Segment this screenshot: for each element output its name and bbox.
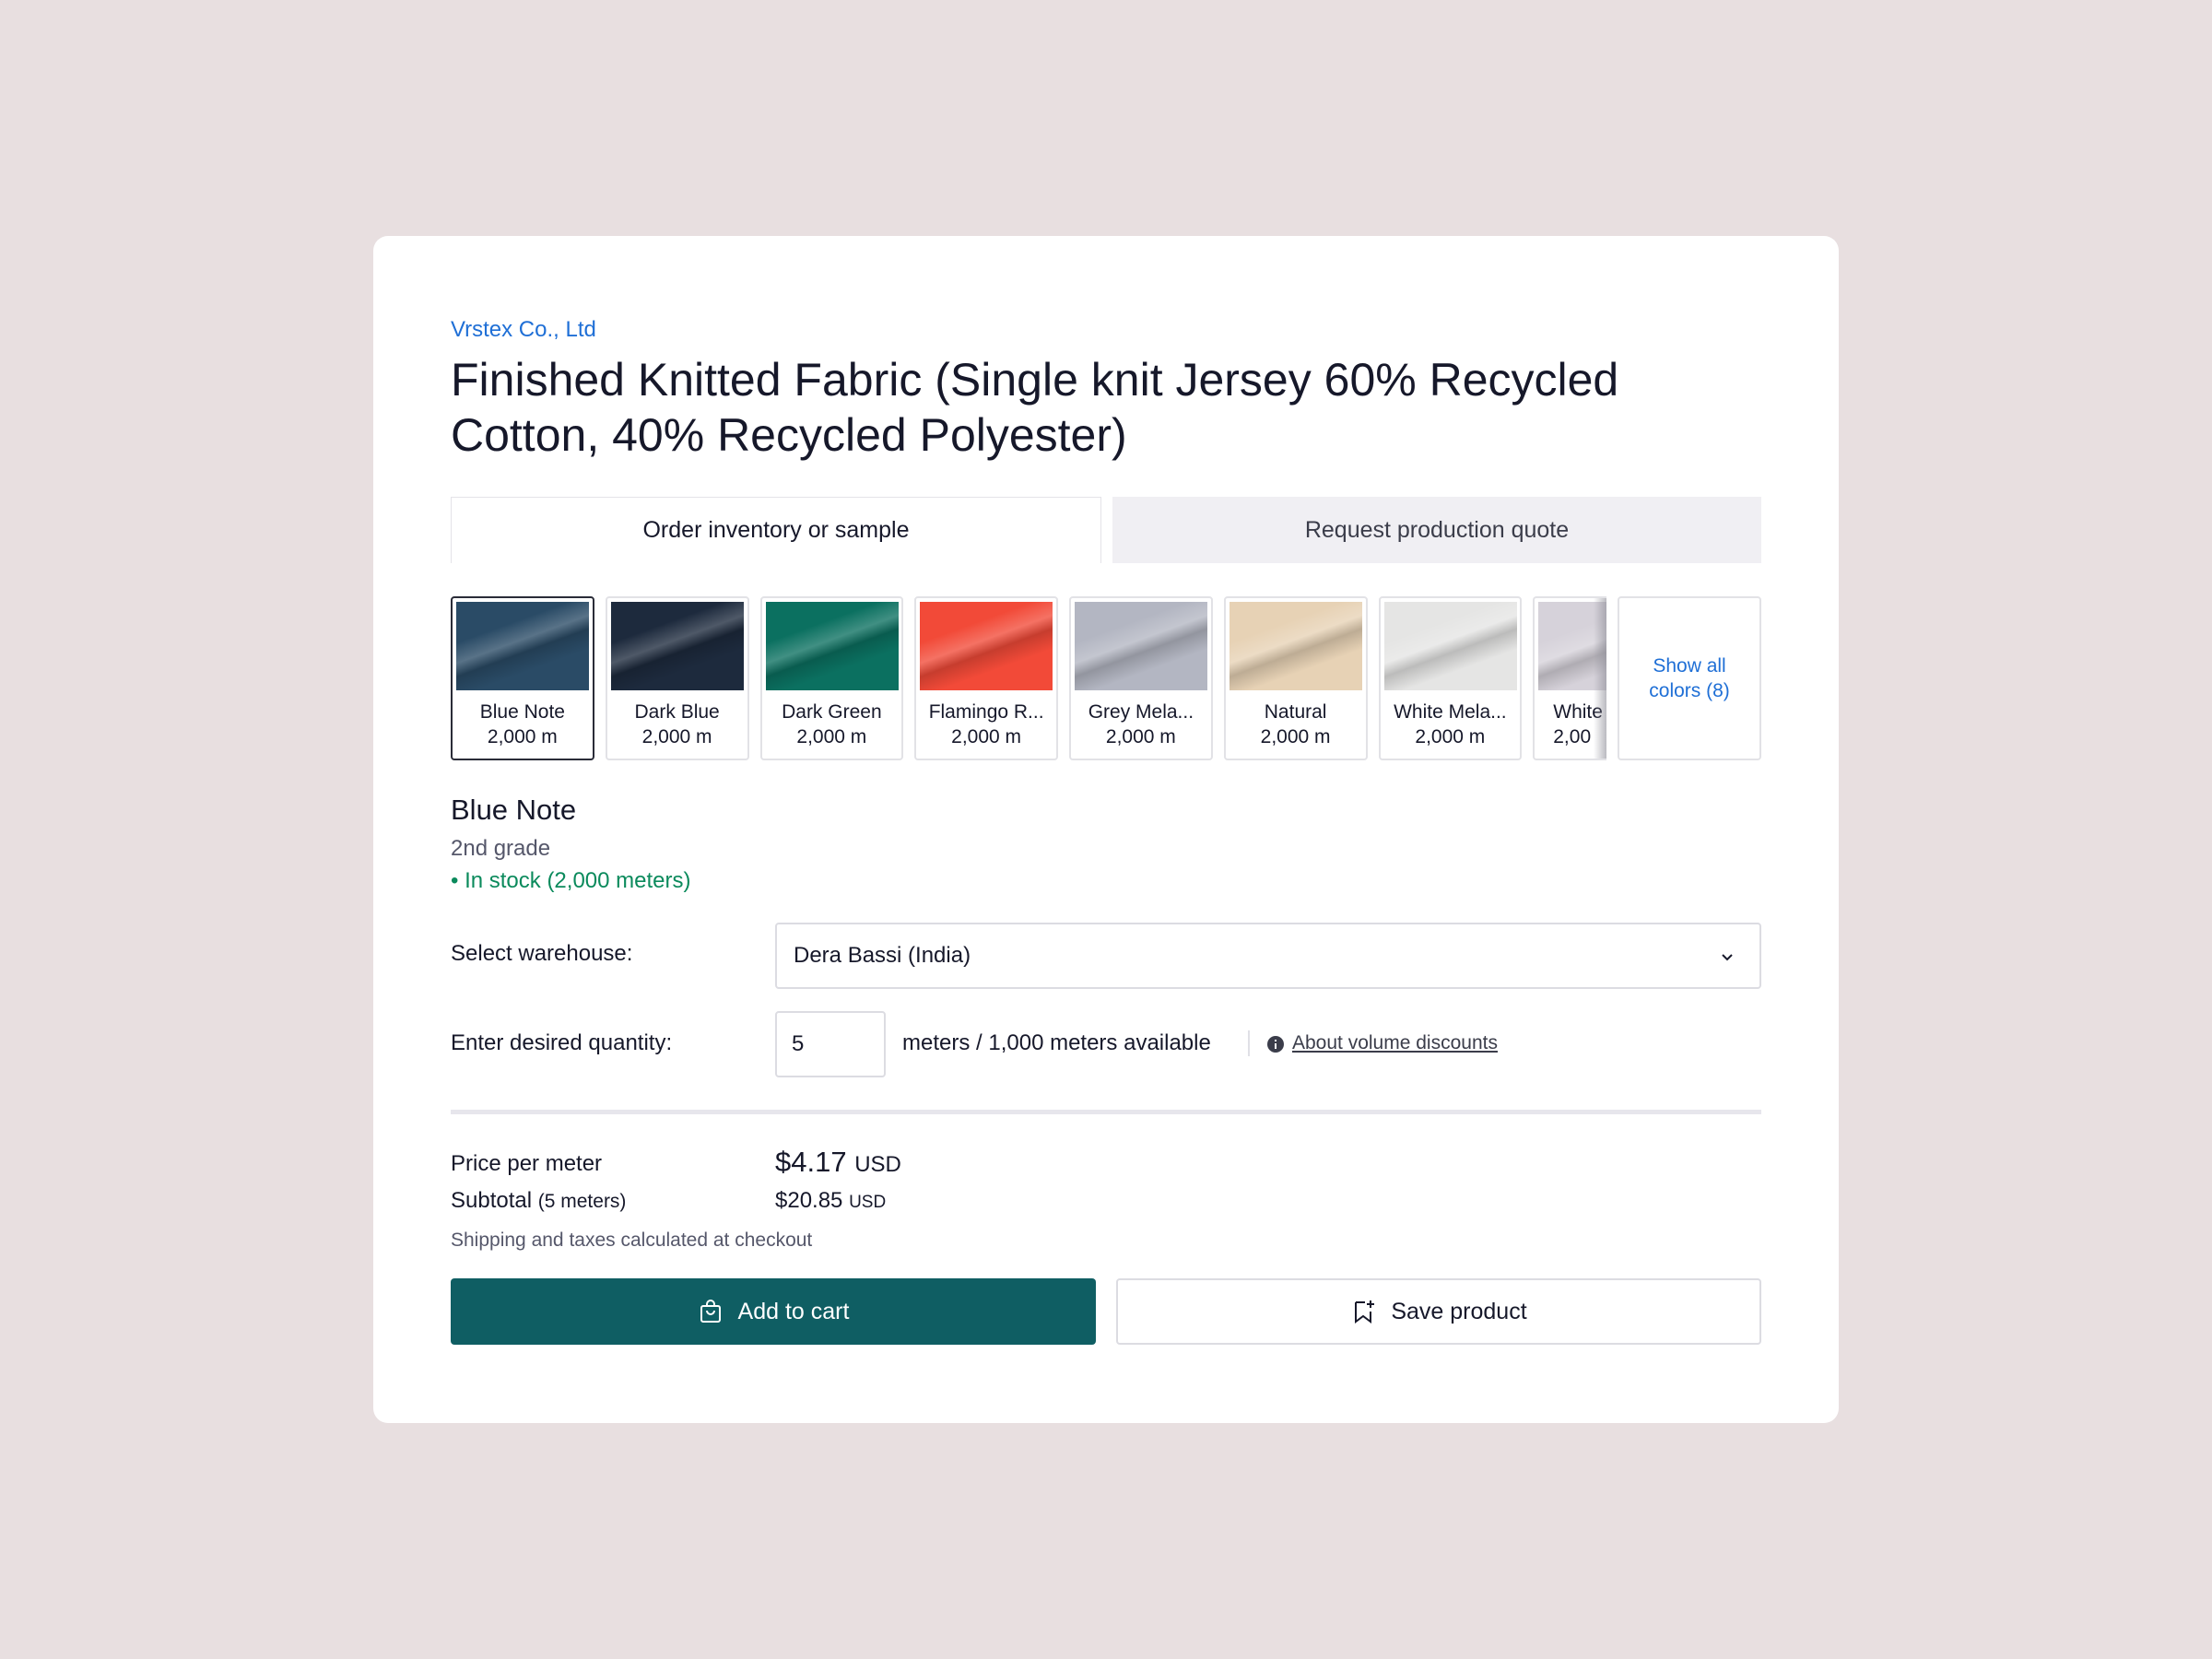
swatch-grey-melange[interactable]: Grey Mela... 2,000 m (1069, 596, 1213, 760)
swatch-image (765, 602, 899, 690)
swatch-name: White (1553, 701, 1603, 723)
color-swatches: Blue Note 2,000 m Dark Blue 2,000 m Dark… (451, 596, 1761, 760)
tab-production-quote[interactable]: Request production quote (1112, 497, 1761, 563)
swatch-name: White Mela... (1394, 701, 1507, 723)
bookmark-add-icon (1355, 1300, 1375, 1324)
price-per-meter-value: $4.17 USD (775, 1146, 901, 1179)
swatch-flamingo-red[interactable]: Flamingo R... 2,000 m (914, 596, 1058, 760)
save-product-label: Save product (1391, 1298, 1527, 1324)
swatch-dark-blue[interactable]: Dark Blue 2,000 m (605, 596, 749, 760)
subtotal-text: Subtotal (451, 1188, 533, 1213)
quantity-input[interactable] (775, 1011, 886, 1077)
save-product-button[interactable]: Save product (1116, 1278, 1761, 1345)
seller-link[interactable]: Vrstex Co., Ltd (451, 317, 596, 343)
shopping-bag-icon (700, 1300, 721, 1323)
price-currency: USD (854, 1152, 901, 1177)
swatch-image (456, 602, 589, 690)
order-tabs: Order inventory or sample Request produc… (451, 497, 1761, 563)
swatch-image (1075, 602, 1207, 690)
swatch-blue-note[interactable]: Blue Note 2,000 m (451, 596, 594, 760)
section-divider (451, 1110, 1761, 1114)
chevron-down-icon (1722, 954, 1733, 961)
selected-color-name: Blue Note (451, 794, 577, 826)
swatch-qty: 2,000 m (1260, 726, 1331, 747)
add-to-cart-button[interactable]: Add to cart (451, 1278, 1096, 1345)
swatch-qty: 2,000 m (641, 726, 712, 747)
availability-text: meters / 1,000 meters available (902, 1030, 1211, 1055)
add-to-cart-label: Add to cart (737, 1298, 850, 1324)
show-all-colors-button[interactable]: Show all colors (8) (1618, 596, 1761, 760)
swatch-name: Grey Mela... (1088, 701, 1194, 723)
warehouse-value: Dera Bassi (India) (794, 943, 971, 968)
swatch-name: Blue Note (479, 701, 565, 723)
subtotal-currency: USD (849, 1193, 887, 1212)
tab-order-inventory[interactable]: Order inventory or sample (451, 497, 1101, 563)
swatch-name: Natural (1264, 701, 1327, 723)
swatch-image (1538, 602, 1607, 690)
subtotal-label: Subtotal (5 meters) (451, 1188, 626, 1214)
swatch-name: Dark Green (782, 701, 882, 723)
swatch-image (1383, 602, 1517, 690)
warehouse-select[interactable]: Dera Bassi (India) (775, 923, 1761, 989)
shipping-note: Shipping and taxes calculated at checkou… (451, 1230, 813, 1251)
swatch-image (610, 602, 744, 690)
grade-label: 2nd grade (451, 836, 551, 861)
product-card: Vrstex Co., Ltd Finished Knitted Fabric … (373, 236, 1839, 1423)
swatch-dark-green[interactable]: Dark Green 2,000 m (759, 596, 904, 760)
swatch-name: Flamingo R... (928, 701, 1044, 723)
subtotal-quantity: (5 meters) (537, 1191, 627, 1212)
stock-status: • In stock (2,000 meters) (451, 868, 691, 893)
swatch-white-melange[interactable]: White Mela... 2,000 m (1378, 596, 1523, 760)
volume-discounts-link[interactable]: About volume discounts (1292, 1032, 1498, 1054)
subtotal-amount: $20.85 (775, 1188, 843, 1213)
info-icon (1267, 1036, 1284, 1053)
warehouse-label: Select warehouse: (451, 941, 633, 966)
swatch-image (920, 602, 1053, 690)
price-per-meter-label: Price per meter (451, 1151, 603, 1176)
swatch-white[interactable]: White 2,00 (1533, 596, 1607, 760)
swatch-natural[interactable]: Natural 2,000 m (1223, 596, 1368, 760)
price-amount: $4.17 (775, 1146, 847, 1178)
swatch-qty: 2,000 m (1415, 726, 1486, 747)
swatch-qty: 2,000 m (951, 726, 1022, 747)
divider (1248, 1030, 1250, 1056)
swatch-qty: 2,00 (1553, 726, 1592, 747)
product-title: Finished Knitted Fabric (Single knit Jer… (451, 354, 1619, 461)
swatch-qty: 2,000 m (796, 726, 867, 747)
swatch-name: Dark Blue (634, 701, 720, 723)
quantity-label: Enter desired quantity: (451, 1030, 673, 1055)
swatch-image (1229, 602, 1362, 690)
swatch-qty: 2,000 m (1105, 726, 1176, 747)
swatch-qty: 2,000 m (487, 726, 558, 747)
subtotal-value: $20.85 USD (775, 1188, 886, 1214)
